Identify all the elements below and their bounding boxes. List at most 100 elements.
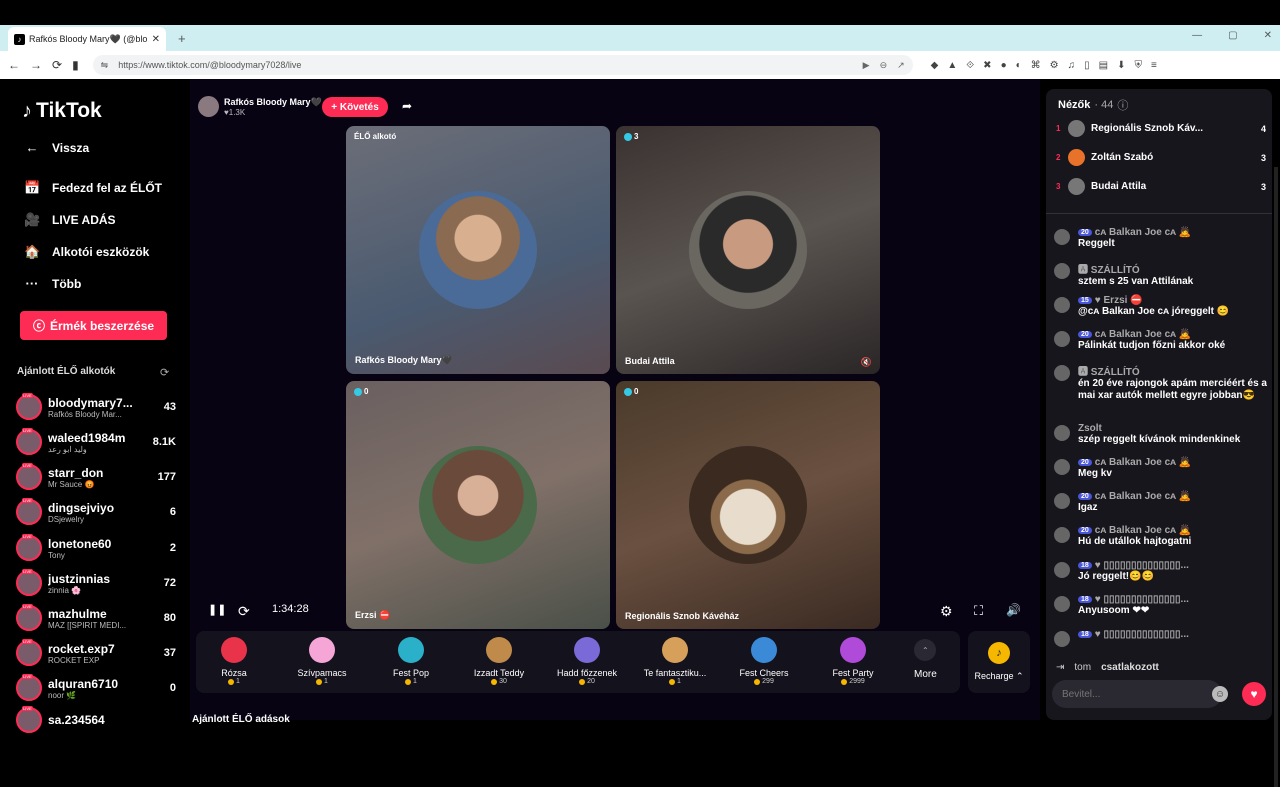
translate-icon[interactable]: ⟐ xyxy=(966,60,974,71)
chat-message[interactable]: Zsolt szép reggelt kívánok mindenkinek xyxy=(1054,423,1268,446)
chat-message[interactable]: 20 ᴄᴀ Balkan Joe ᴄᴀ 🙇 Hú de utállok hajtog… xyxy=(1054,525,1268,548)
sidebar-icon[interactable]: ▯ xyxy=(1084,60,1090,71)
more-gifts-button[interactable]: ⌃ More xyxy=(914,639,937,680)
scrollbar[interactable] xyxy=(1274,167,1278,787)
gift-item[interactable]: Fest Cheers 299 xyxy=(729,637,799,685)
top-viewer-row[interactable]: 3 Budai Attila 3 xyxy=(1056,178,1266,195)
viewers-header[interactable]: Nézők · 44 ⓘ xyxy=(1058,97,1128,113)
gift-item[interactable]: Izzadt Teddy 30 xyxy=(464,637,534,685)
chat-message[interactable]: 18 ♥ ▯▯▯▯▯▯▯▯▯▯▯▯▯▯... Anyusoom ❤❤ xyxy=(1054,594,1268,617)
new-tab-button[interactable]: + xyxy=(178,31,186,46)
url-field[interactable]: ⇋ https://www.tiktok.com/@bloodymary7028… xyxy=(92,55,913,75)
get-coins-button[interactable]: ⓒ Érmék beszerzése xyxy=(20,311,167,340)
creator-item[interactable]: starr_donMr Sauce 😡 177 xyxy=(16,462,176,492)
menu-icon[interactable]: ≡ xyxy=(1151,60,1157,71)
chat-message[interactable]: 18 ♥ ▯▯▯▯▯▯▯▯▯▯▯▯▯▯... Jó reggelt!😊😊 xyxy=(1054,560,1268,583)
guest-tile[interactable]: 0 Regionális Sznob Kávéház xyxy=(616,381,880,629)
wallet-icon[interactable]: ▤ xyxy=(1099,60,1108,71)
chat-input[interactable] xyxy=(1052,680,1222,708)
music-icon[interactable]: ♫ xyxy=(1068,60,1076,71)
creator-item[interactable]: lonetone60Tony 2 xyxy=(16,533,176,563)
share-arrow-icon[interactable]: ➦ xyxy=(402,99,412,113)
guest-tile[interactable]: 0 Erzsi ⛔ xyxy=(346,381,610,629)
level-badge: 15 xyxy=(1078,297,1092,304)
top-viewer-row[interactable]: 1 Regionális Sznob Káv... 4 xyxy=(1056,120,1266,137)
volume-icon[interactable]: 🔊 xyxy=(1006,603,1021,617)
like-heart-button[interactable]: ♥ xyxy=(1242,682,1266,706)
host-info[interactable]: Rafkós Bloody Mary🖤 ♥1.3K xyxy=(198,96,322,117)
download-icon[interactable]: ⬇ xyxy=(1117,60,1125,71)
refresh-icon[interactable]: ⟳ xyxy=(160,366,169,379)
gift-item[interactable]: Szívpamacs 1 xyxy=(287,637,357,685)
extension-icon[interactable]: ● xyxy=(1001,60,1007,71)
share-icon[interactable]: ↗ xyxy=(897,60,905,71)
creator-item[interactable]: bloodymary7...Rafkós Bloody Mar... 43 xyxy=(16,392,176,422)
viewer-count: 177 xyxy=(157,471,176,483)
site-info-icon[interactable]: ⇋ xyxy=(101,60,109,71)
chat-text: Meg kv xyxy=(1078,468,1112,479)
back-arrow-icon[interactable]: ← xyxy=(8,58,20,72)
nav-creator-tools[interactable]: 🏠 Alkotói eszközök xyxy=(24,244,149,260)
media-icon[interactable]: ▶ xyxy=(863,60,870,71)
chat-message[interactable]: 20 ᴄᴀ Balkan Joe ᴄᴀ 🙇 Pálinkát tudjon főzn… xyxy=(1054,329,1268,352)
chat-message[interactable]: 18 ♥ ▯▯▯▯▯▯▯▯▯▯▯▯▯▯... xyxy=(1054,629,1268,647)
nav-live-broadcast[interactable]: 🎥 LIVE ADÁS xyxy=(24,212,116,228)
browser-tab[interactable]: ♪ Rafkós Bloody Mary🖤 (@blo ✕ xyxy=(8,27,166,51)
nav-more[interactable]: ··· Több xyxy=(24,276,82,291)
pause-icon[interactable]: ❚❚ xyxy=(208,603,226,616)
tiktok-favicon-icon: ♪ xyxy=(14,33,25,45)
chat-username: ᴄᴀ Balkan Joe ᴄᴀ 🙇 xyxy=(1094,227,1192,238)
extension-icon[interactable]: ◆ xyxy=(931,60,939,71)
gift-item[interactable]: Fest Pop 1 xyxy=(376,637,446,685)
gift-item[interactable]: Fest Party 2999 xyxy=(818,637,888,685)
top-viewer-row[interactable]: 2 Zoltán Szabó 3 xyxy=(1056,149,1266,166)
nav-explore-live[interactable]: 📅 Fedezd fel az ÉLŐT xyxy=(24,180,162,196)
guest-tile[interactable]: 3 Budai Attila 🔇 xyxy=(616,126,880,374)
chat-panel: Nézők · 44 ⓘ 1 Regionális Sznob Káv... 4 2… xyxy=(1046,89,1272,720)
chat-message[interactable]: 🅰 SZÁLLÍTÓ én 20 éve rajongok apám mercié… xyxy=(1054,363,1268,402)
bookmark-icon[interactable]: ▮ xyxy=(72,58,79,72)
info-icon[interactable]: ⓘ xyxy=(1117,97,1128,113)
extension-icon[interactable]: ⚙ xyxy=(1050,60,1059,71)
tab-close-icon[interactable]: ✕ xyxy=(152,34,160,45)
extension-icon[interactable]: ✖ xyxy=(983,60,991,71)
settings-gear-icon[interactable]: ⚙ xyxy=(940,603,953,620)
creator-item[interactable]: justzinniaszinnia 🌸 72 xyxy=(16,568,176,598)
avatar xyxy=(1054,263,1070,279)
tiktok-logo[interactable]: ♪ TikTok xyxy=(22,99,102,123)
creator-item[interactable]: waleed1984mوليد ابو رعد 8.1K xyxy=(16,427,176,457)
fullscreen-icon[interactable]: ⛶ xyxy=(974,603,983,619)
recharge-button[interactable]: ♪ Recharge ⌃ xyxy=(968,631,1030,693)
chat-username: Zsolt xyxy=(1078,423,1102,434)
creator-item[interactable]: dingsejviyoDSjewelry 6 xyxy=(16,497,176,527)
zoom-icon[interactable]: ⊖ xyxy=(880,60,888,71)
host-avatar[interactable] xyxy=(198,96,219,117)
extension-icon[interactable]: ◐ xyxy=(1016,60,1022,71)
follow-button[interactable]: + Követés xyxy=(322,97,388,117)
refresh-icon[interactable]: ⟳ xyxy=(238,603,250,620)
back-button[interactable]: ← Vissza xyxy=(24,140,90,155)
chat-message[interactable]: 20 ᴄᴀ Balkan Joe ᴄᴀ 🙇 Igaz xyxy=(1054,491,1268,514)
gift-item[interactable]: Rózsa 1 xyxy=(199,637,269,685)
minimize-button[interactable]: — xyxy=(1192,30,1202,41)
gift-item[interactable]: Hadd főzzenek 20 xyxy=(552,637,622,685)
creator-item[interactable]: mazhulmeMAZ [[SPIRIT MEDI... 80 xyxy=(16,603,176,633)
close-window-button[interactable]: ✕ xyxy=(1264,30,1272,41)
avatar xyxy=(1054,365,1070,381)
chat-message[interactable]: 20 ᴄᴀ Balkan Joe ᴄᴀ 🙇 Reggelt xyxy=(1054,227,1268,250)
chat-message[interactable]: 20 ᴄᴀ Balkan Joe ᴄᴀ 🙇 Meg kv xyxy=(1054,457,1268,480)
creator-item[interactable]: sa.234564 xyxy=(16,705,176,735)
creator-item[interactable]: rocket.exp7ROCKET EXP 37 xyxy=(16,638,176,668)
forward-arrow-icon[interactable]: → xyxy=(30,58,42,72)
maximize-button[interactable]: ▢ xyxy=(1228,30,1237,41)
guest-tile-host[interactable]: ÉLŐ alkotó Rafkós Bloody Mary🖤 xyxy=(346,126,610,374)
chat-message[interactable]: 🅰 SZÁLLÍTÓ sztem s 25 van Attilának xyxy=(1054,261,1268,288)
puzzle-icon[interactable]: ⌘ xyxy=(1031,60,1041,71)
reload-icon[interactable]: ⟳ xyxy=(52,58,62,72)
gift-item[interactable]: Te fantasztiku... 1 xyxy=(640,637,710,685)
chat-message[interactable]: 15 ♥ Erzsi ⛔ @ᴄᴀ Balkan Joe ᴄᴀ jóreggelt 😊 xyxy=(1054,295,1268,318)
creator-item[interactable]: alquran6710noor 🌿 0 xyxy=(16,673,176,703)
extension-icon[interactable]: ▲ xyxy=(947,60,957,71)
emoji-icon[interactable]: ☺ xyxy=(1212,686,1228,702)
shield-icon[interactable]: ⛨ xyxy=(1134,60,1142,71)
